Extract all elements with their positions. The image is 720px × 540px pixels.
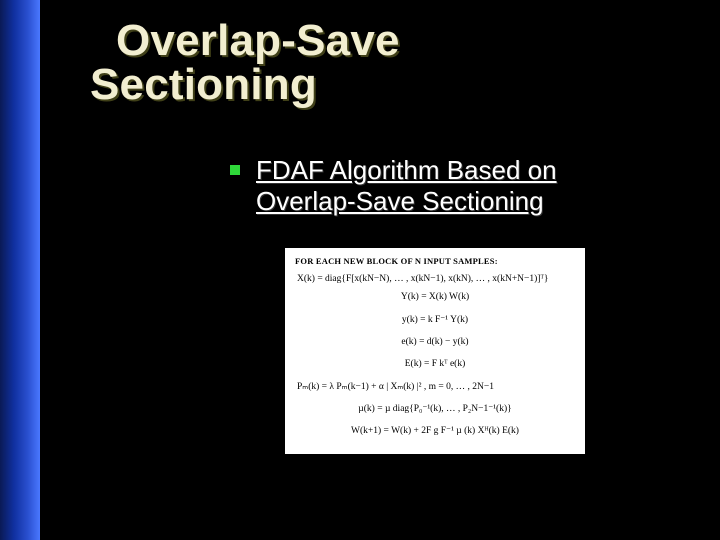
figure-header: FOR EACH NEW BLOCK OF N INPUT SAMPLES: bbox=[295, 256, 575, 267]
square-bullet-icon bbox=[230, 165, 240, 175]
figure-eq-7: W(k+1) = W(k) + 2F g F⁻¹ µ (k) Xᴴ(k) E(k… bbox=[295, 425, 575, 437]
figure-eq-4: E(k) = F kᵀ e(k) bbox=[295, 358, 575, 370]
slide-side-gradient bbox=[0, 0, 40, 540]
bullet-text: FDAF Algorithm Based on Overlap-Save Sec… bbox=[256, 155, 660, 217]
figure-eq-1b: Y(k) = X(k) W(k) bbox=[295, 291, 575, 303]
figure-eq-3: e(k) = d(k) − y(k) bbox=[295, 336, 575, 348]
figure-eq-2: y(k) = k F⁻¹ Y(k) bbox=[295, 314, 575, 326]
figure-eq-5: Pₘ(k) = λ Pₘ(k−1) + α | Xₘ(k) |² , m = 0… bbox=[295, 381, 575, 393]
slide-body: FDAF Algorithm Based on Overlap-Save Sec… bbox=[230, 155, 660, 217]
figure-eq-6: µ(k) = µ diag{P₀⁻¹(k), … , P₂N−1⁻¹(k)} bbox=[295, 403, 575, 415]
title-line-2: Sectioning bbox=[90, 62, 400, 108]
figure-eq-1a: X(k) = diag{F[x(kN−N), … , x(kN−1), x(kN… bbox=[295, 273, 575, 285]
slide-title: Overlap-Save Sectioning bbox=[90, 18, 400, 108]
bullet-item: FDAF Algorithm Based on Overlap-Save Sec… bbox=[230, 155, 660, 217]
algorithm-figure: FOR EACH NEW BLOCK OF N INPUT SAMPLES: X… bbox=[285, 248, 585, 454]
slide: Overlap-Save Sectioning FDAF Algorithm B… bbox=[0, 0, 720, 540]
title-line-1: Overlap-Save bbox=[90, 18, 400, 64]
